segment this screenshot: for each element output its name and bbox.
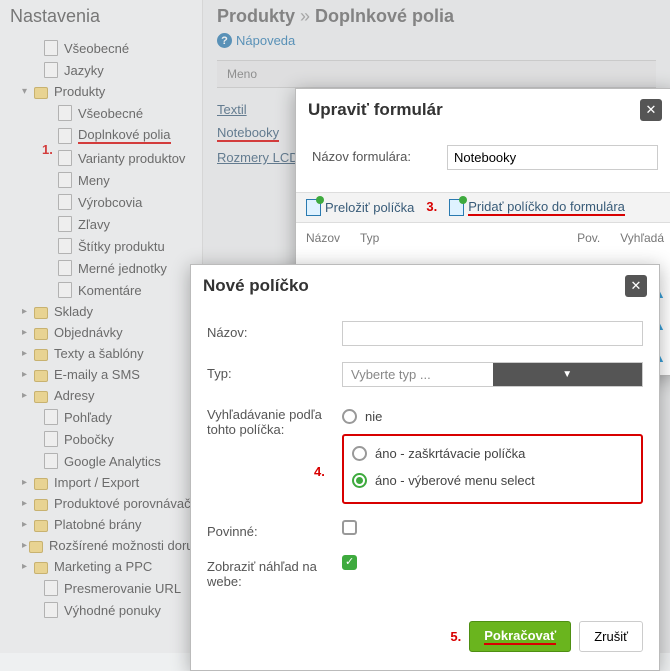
field-name-input[interactable] bbox=[342, 321, 643, 346]
radio-option-checkbox[interactable]: áno - zaškrtávacie políčka bbox=[352, 440, 633, 467]
radio-option-select[interactable]: áno - výberové menu select bbox=[352, 467, 633, 494]
highlighted-options: áno - zaškrtávacie políčka áno - výberov… bbox=[342, 434, 643, 504]
name-label: Názov: bbox=[207, 321, 342, 340]
translate-icon bbox=[306, 199, 321, 216]
radio-option-no[interactable]: nie bbox=[342, 403, 643, 430]
modal-title: Nové políčko bbox=[203, 276, 309, 296]
modal-title: Upraviť formulár bbox=[308, 100, 443, 120]
add-icon bbox=[449, 199, 464, 216]
preview-label: Zobraziť náhľad na webe: bbox=[207, 555, 342, 589]
continue-button[interactable]: Pokračovať bbox=[469, 621, 571, 652]
preview-checkbox[interactable] bbox=[342, 555, 357, 570]
radio-icon bbox=[352, 473, 367, 488]
name-label: Názov formulára: bbox=[312, 145, 447, 164]
marker-3: 3. bbox=[426, 199, 437, 216]
close-icon[interactable]: ✕ bbox=[625, 275, 647, 297]
marker-5: 5. bbox=[450, 629, 461, 644]
required-checkbox[interactable] bbox=[342, 520, 357, 535]
search-label: Vyhľadávanie podľa tohto políčka: bbox=[207, 403, 342, 437]
marker-4: 4. bbox=[314, 464, 325, 479]
type-label: Typ: bbox=[207, 362, 342, 381]
required-label: Povinné: bbox=[207, 520, 342, 539]
new-field-modal: Nové políčko ✕ Názov: Typ: Vyberte typ .… bbox=[190, 264, 660, 671]
column-headers: Názov Typ Pov. Vyhľadá bbox=[296, 223, 670, 245]
type-select[interactable]: Vyberte typ ... ▼ bbox=[342, 362, 643, 387]
radio-icon bbox=[352, 446, 367, 461]
form-name-input[interactable] bbox=[447, 145, 658, 170]
radio-icon bbox=[342, 409, 357, 424]
add-field-button[interactable]: Pridať políčko do formulára bbox=[449, 199, 625, 216]
translate-fields-button[interactable]: Preložiť políčka bbox=[306, 199, 414, 216]
cancel-button[interactable]: Zrušiť bbox=[579, 621, 643, 652]
chevron-down-icon: ▼ bbox=[493, 363, 643, 386]
close-icon[interactable]: ✕ bbox=[640, 99, 662, 121]
